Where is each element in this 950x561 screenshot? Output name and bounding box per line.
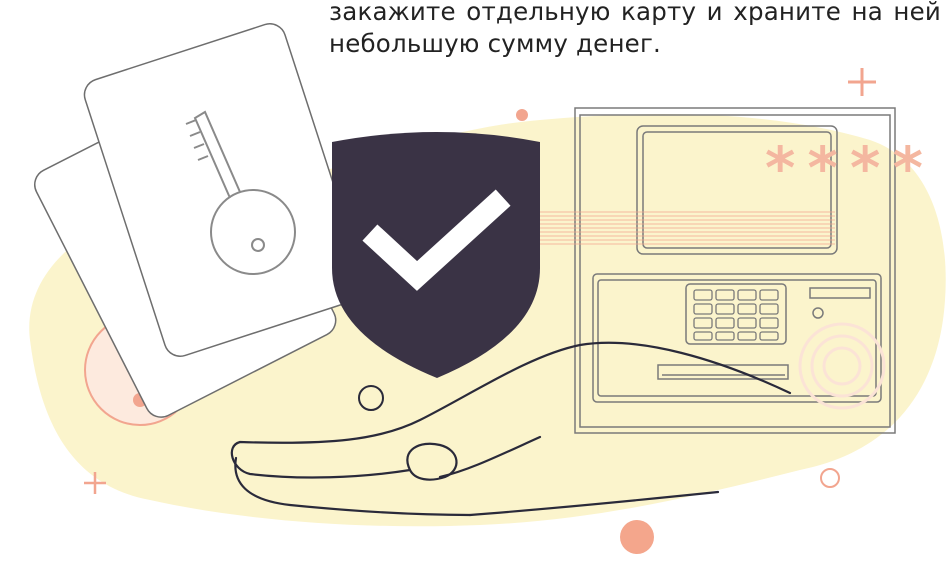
illustration: * * * * xyxy=(29,23,946,554)
decor-big-dot xyxy=(620,520,654,554)
decor-dot xyxy=(516,109,528,121)
decor-plus-top-right xyxy=(848,68,876,96)
decor-ring xyxy=(820,468,840,488)
pin-mask: * * * * xyxy=(765,134,923,202)
